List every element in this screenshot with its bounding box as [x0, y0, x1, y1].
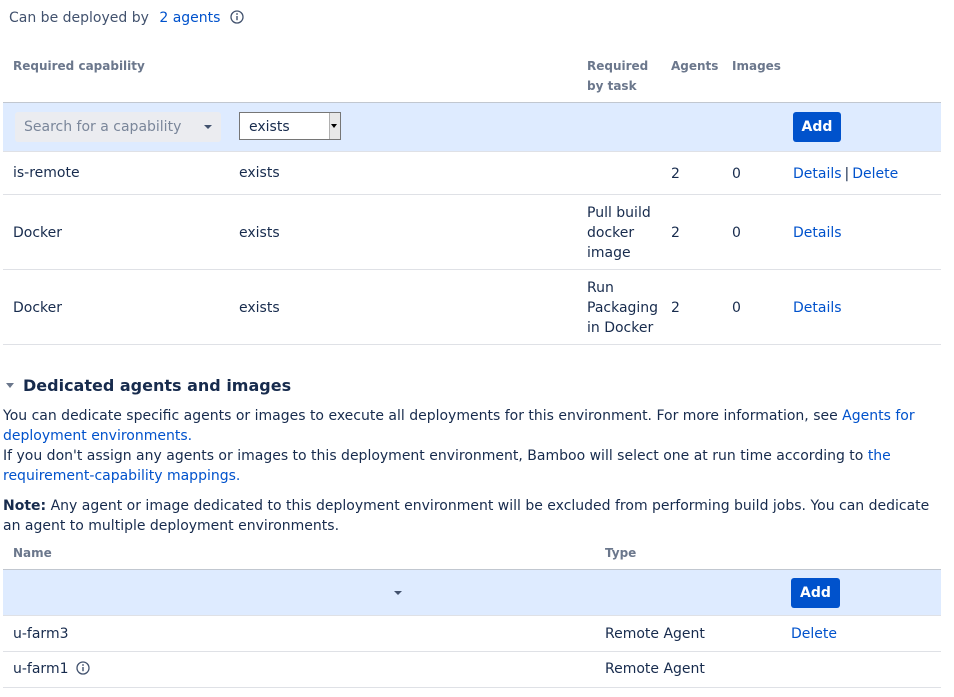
- header-agents: Agents: [671, 59, 719, 73]
- header-name: Name: [13, 546, 52, 560]
- task-line: in Docker: [587, 320, 654, 336]
- agents-count: 2: [671, 166, 680, 182]
- details-link[interactable]: Details: [793, 225, 842, 241]
- dedicated-section-toggle[interactable]: Dedicated agents and images: [6, 376, 291, 395]
- images-count: 0: [732, 300, 741, 316]
- deployable-by: Can be deployed by 2 agents: [9, 10, 244, 28]
- dedicated-note: Note: Any agent or image dedicated to th…: [3, 496, 938, 536]
- images-count: 0: [732, 166, 741, 182]
- intro-text: You can dedicate specific agents or imag…: [3, 408, 843, 424]
- capability-condition: exists: [239, 225, 280, 241]
- chevron-down-icon: [6, 383, 14, 388]
- chevron-down-icon: [204, 125, 212, 129]
- task-line: Run: [587, 280, 614, 296]
- agent-name: u-farm3: [13, 626, 69, 642]
- chevron-down-icon: [394, 591, 402, 595]
- deployable-by-label: Can be deployed by: [9, 10, 149, 26]
- header-required-by-task: Required by task: [587, 56, 648, 96]
- task-line: Pull build: [587, 205, 651, 221]
- section-title: Dedicated agents and images: [23, 376, 292, 395]
- intro2-text: If you don't assign any agents or images…: [3, 448, 868, 464]
- select-arrow: [329, 113, 340, 139]
- condition-select-value: exists: [249, 119, 290, 135]
- header-required-by-task-line2: by task: [587, 79, 637, 93]
- header-type: Type: [605, 546, 637, 560]
- dedicated-intro: You can dedicate specific agents or imag…: [3, 406, 938, 486]
- capability-name: is-remote: [13, 165, 80, 181]
- info-icon[interactable]: [230, 10, 244, 28]
- action-separator: |: [844, 166, 850, 182]
- chevron-down-icon: [331, 124, 337, 128]
- agent-type: Remote Agent: [605, 661, 705, 677]
- table-row: u-farm3 Remote Agent Delete: [3, 615, 941, 652]
- add-capability-button[interactable]: Add: [793, 112, 841, 142]
- task-line: image: [587, 245, 631, 261]
- header-required-capability: Required capability: [13, 59, 145, 73]
- required-by-task: Pull build docker image: [587, 203, 651, 263]
- details-link[interactable]: Details: [793, 300, 842, 316]
- capability-name: Docker: [13, 300, 63, 316]
- note-text: Any agent or image dedicated to this dep…: [3, 498, 930, 534]
- required-by-task: Run Packaging in Docker: [587, 278, 658, 338]
- row-actions: Delete: [791, 624, 837, 644]
- agent-select[interactable]: [14, 577, 407, 608]
- note-label: Note:: [3, 498, 47, 514]
- header-images: Images: [732, 59, 781, 73]
- agents-count: 2: [671, 225, 680, 241]
- info-icon[interactable]: [76, 661, 90, 681]
- table-row: Docker exists Run Packaging in Docker 2 …: [3, 270, 941, 345]
- table-row: Docker exists Pull build docker image 2 …: [3, 195, 941, 270]
- delete-link[interactable]: Delete: [852, 166, 898, 182]
- capability-condition: exists: [239, 165, 280, 181]
- agent-name: u-farm1: [13, 661, 69, 677]
- capability-search-select[interactable]: Search for a capability: [15, 112, 221, 142]
- condition-select[interactable]: exists: [239, 112, 341, 140]
- row-actions: Details: [793, 223, 842, 243]
- agents-link[interactable]: 2 agents: [159, 10, 220, 26]
- delete-link[interactable]: Delete: [791, 626, 837, 642]
- row-actions: Details: [793, 298, 842, 318]
- capability-name: Docker: [13, 225, 63, 241]
- task-line: Packaging: [587, 300, 659, 316]
- header-required-by-task-line1: Required: [587, 59, 649, 73]
- row-actions: Details | Delete: [793, 164, 898, 184]
- add-agent-row: Add: [3, 569, 941, 616]
- table-row: u-farm1 Remote Agent: [3, 652, 941, 688]
- table-row: is-remote exists 2 0 Details | Delete: [3, 151, 941, 195]
- capability-search-placeholder: Search for a capability: [24, 119, 182, 135]
- task-line: docker: [587, 225, 635, 241]
- agents-count: 2: [671, 300, 680, 316]
- add-agent-button[interactable]: Add: [791, 578, 840, 608]
- details-link[interactable]: Details: [793, 166, 842, 182]
- capability-condition: exists: [239, 300, 280, 316]
- agent-name-cell: u-farm1: [13, 659, 90, 681]
- images-count: 0: [732, 225, 741, 241]
- add-capability-row: Search for a capability exists Add: [3, 102, 941, 152]
- agent-type: Remote Agent: [605, 626, 705, 642]
